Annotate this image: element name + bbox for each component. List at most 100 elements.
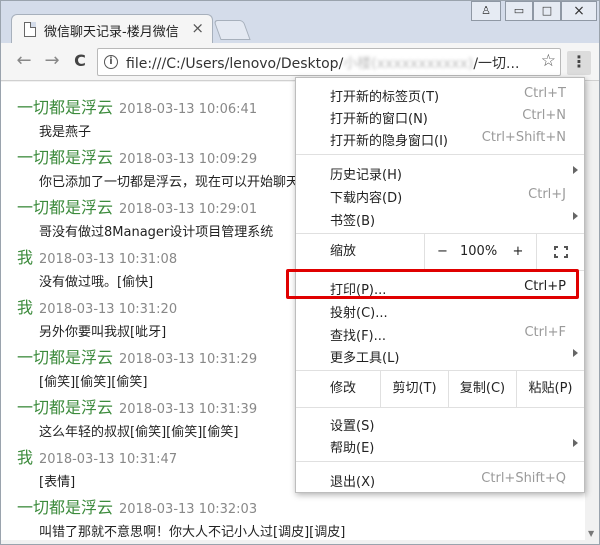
page-icon bbox=[24, 22, 36, 37]
menu-label: 打开新的标签页(T) bbox=[330, 90, 440, 105]
tab-close-icon[interactable]: × bbox=[191, 19, 204, 37]
address-bar[interactable]: i file:///C:/Users/lenovo/Desktop/小楼(xxx… bbox=[97, 48, 561, 76]
menu-label: 下载内容(D) bbox=[330, 191, 403, 206]
sender-name: 我 bbox=[17, 248, 34, 267]
user-profile-icon[interactable]: ♙ bbox=[471, 1, 501, 21]
tab-chat-record[interactable]: 微信聊天记录-楼月微信 × bbox=[11, 14, 213, 44]
message-text: 你已添加了一切都是浮云，现在可以开始聊天 bbox=[39, 175, 300, 190]
sender-name: 我 bbox=[17, 448, 34, 467]
menu-shortcut: Ctrl+Shift+Q bbox=[481, 471, 566, 486]
message-time: 2018-03-13 10:06:41 bbox=[119, 102, 258, 117]
menu-label: 更多工具(L) bbox=[330, 351, 400, 366]
menu-item-new-tab[interactable]: 打开新的标签页(T) Ctrl+T bbox=[296, 83, 584, 105]
sender-name: 一切都是浮云 bbox=[17, 498, 114, 517]
menu-item-help[interactable]: 帮助(E) bbox=[296, 434, 584, 456]
sender-name: 一切都是浮云 bbox=[17, 348, 114, 367]
message-header: 我 2018-03-13 10:31:47 bbox=[17, 444, 177, 468]
cut-button[interactable]: 剪切(T) bbox=[380, 371, 448, 407]
menu-item-new-incognito[interactable]: 打开新的隐身窗口(I) Ctrl+Shift+N bbox=[296, 127, 584, 149]
paste-button[interactable]: 粘贴(P) bbox=[516, 371, 584, 407]
menu-label: 打开新的窗口(N) bbox=[330, 112, 428, 127]
message-time: 2018-03-13 10:31:08 bbox=[39, 252, 178, 267]
title-bar: 微信聊天记录-楼月微信 × ♙ ▭ □ × bbox=[1, 1, 599, 44]
menu-shortcut: Ctrl+F bbox=[524, 325, 566, 340]
minimize-button[interactable]: ▭ bbox=[505, 1, 533, 21]
menu-item-history[interactable]: 历史记录(H) bbox=[296, 161, 584, 183]
message-header: 一切都是浮云 2018-03-13 10:31:39 bbox=[17, 394, 257, 418]
url-suffix: /一切... bbox=[473, 56, 520, 72]
submenu-arrow-icon bbox=[573, 349, 578, 357]
fullscreen-icon bbox=[554, 246, 568, 258]
menu-item-new-window[interactable]: 打开新的窗口(N) Ctrl+N bbox=[296, 105, 584, 127]
menu-label: 历史记录(H) bbox=[330, 168, 402, 183]
browser-window: 微信聊天记录-楼月微信 × ♙ ▭ □ × ← → C i file:///C:… bbox=[0, 0, 600, 545]
menu-item-exit[interactable]: 退出(X) Ctrl+Shift+Q bbox=[296, 468, 584, 490]
message-header: 一切都是浮云 2018-03-13 10:09:29 bbox=[17, 144, 257, 168]
menu-item-more-tools[interactable]: 更多工具(L) bbox=[296, 344, 584, 366]
menu-label: 打开新的隐身窗口(I) bbox=[330, 134, 448, 149]
message-time: 2018-03-13 10:31:29 bbox=[119, 352, 258, 367]
menu-edit-row: 修改 剪切(T) 复制(C) 粘贴(P) bbox=[296, 371, 584, 407]
message-time: 2018-03-13 10:32:03 bbox=[119, 502, 258, 517]
menu-separator bbox=[296, 407, 584, 408]
url-blurred: 小楼(xxxxxxxxxxx) bbox=[343, 56, 474, 72]
menu-item-bookmarks[interactable]: 书签(B) bbox=[296, 207, 584, 229]
menu-label: 退出(X) bbox=[330, 475, 376, 490]
edit-label: 修改 bbox=[330, 381, 357, 396]
menu-label: 帮助(E) bbox=[330, 441, 375, 456]
message-time: 2018-03-13 10:31:20 bbox=[39, 302, 178, 317]
sender-name: 一切都是浮云 bbox=[17, 398, 114, 417]
message-header: 一切都是浮云 2018-03-13 10:31:29 bbox=[17, 344, 257, 368]
message-time: 2018-03-13 10:29:01 bbox=[119, 202, 258, 217]
menu-shortcut: Ctrl+T bbox=[524, 86, 566, 101]
zoom-value: 100% bbox=[460, 244, 498, 259]
menu-zoom-row: 缩放 − 100% + bbox=[296, 234, 584, 270]
message-time: 2018-03-13 10:09:29 bbox=[119, 152, 258, 167]
sender-name: 一切都是浮云 bbox=[17, 198, 114, 217]
menu-label: 投射(C)... bbox=[330, 306, 388, 321]
chrome-menu-button[interactable]: ⋮ bbox=[567, 51, 591, 75]
message-text: [偷笑][偷笑][偷笑] bbox=[39, 375, 148, 390]
menu-shortcut: Ctrl+Shift+N bbox=[481, 130, 566, 145]
menu-item-find[interactable]: 查找(F)... Ctrl+F bbox=[296, 322, 584, 344]
sender-name: 我 bbox=[17, 298, 34, 317]
message-text: 哥没有做过8Manager设计项目管理系统 bbox=[39, 225, 274, 240]
bookmark-star-icon[interactable]: ☆ bbox=[541, 51, 556, 71]
scroll-down-icon[interactable]: ▼ bbox=[588, 529, 594, 538]
zoom-in-button[interactable]: + bbox=[500, 234, 536, 270]
url-text[interactable]: file:///C:/Users/lenovo/Desktop/小楼(xxxxx… bbox=[126, 53, 519, 73]
submenu-arrow-icon bbox=[573, 439, 578, 447]
forward-button[interactable]: → bbox=[41, 51, 63, 73]
zoom-out-button[interactable]: − bbox=[424, 234, 460, 270]
menu-item-cast[interactable]: 投射(C)... bbox=[296, 299, 584, 321]
back-button[interactable]: ← bbox=[13, 51, 35, 73]
menu-shortcut: Ctrl+N bbox=[522, 108, 566, 123]
fullscreen-button[interactable] bbox=[536, 234, 584, 270]
new-tab-button[interactable] bbox=[213, 20, 251, 40]
message-text: 叫错了那就不意思啊！你大人不记小人过[调皮][调皮] bbox=[39, 525, 346, 540]
zoom-label: 缩放 bbox=[330, 244, 357, 259]
message-time: 2018-03-13 10:31:39 bbox=[119, 402, 258, 417]
menu-item-settings[interactable]: 设置(S) bbox=[296, 412, 584, 434]
menu-item-downloads[interactable]: 下载内容(D) Ctrl+J bbox=[296, 184, 584, 206]
sender-name: 一切都是浮云 bbox=[17, 98, 114, 117]
maximize-button[interactable]: □ bbox=[533, 1, 561, 21]
menu-label: 设置(S) bbox=[330, 419, 375, 434]
message-text: 我是燕子 bbox=[39, 125, 92, 140]
info-icon[interactable]: i bbox=[104, 55, 118, 69]
url-prefix: file:///C:/Users/lenovo/Desktop/ bbox=[126, 56, 344, 72]
message-header: 我 2018-03-13 10:31:08 bbox=[17, 244, 177, 268]
copy-button[interactable]: 复制(C) bbox=[448, 371, 516, 407]
menu-separator bbox=[296, 154, 584, 155]
message-header: 一切都是浮云 2018-03-13 10:06:41 bbox=[17, 94, 257, 118]
tab-title: 微信聊天记录-楼月微信 bbox=[44, 25, 179, 40]
vertical-scrollbar[interactable]: ▼ bbox=[585, 82, 599, 540]
submenu-arrow-icon bbox=[573, 166, 578, 174]
sender-name: 一切都是浮云 bbox=[17, 148, 114, 167]
message-time: 2018-03-13 10:31:47 bbox=[39, 452, 178, 467]
message-header: 我 2018-03-13 10:31:20 bbox=[17, 294, 177, 318]
message-text: [表情] bbox=[39, 475, 76, 490]
reload-button[interactable]: C bbox=[69, 51, 91, 73]
message-header: 一切都是浮云 2018-03-13 10:32:03 bbox=[17, 494, 257, 518]
close-window-button[interactable]: × bbox=[561, 1, 597, 21]
